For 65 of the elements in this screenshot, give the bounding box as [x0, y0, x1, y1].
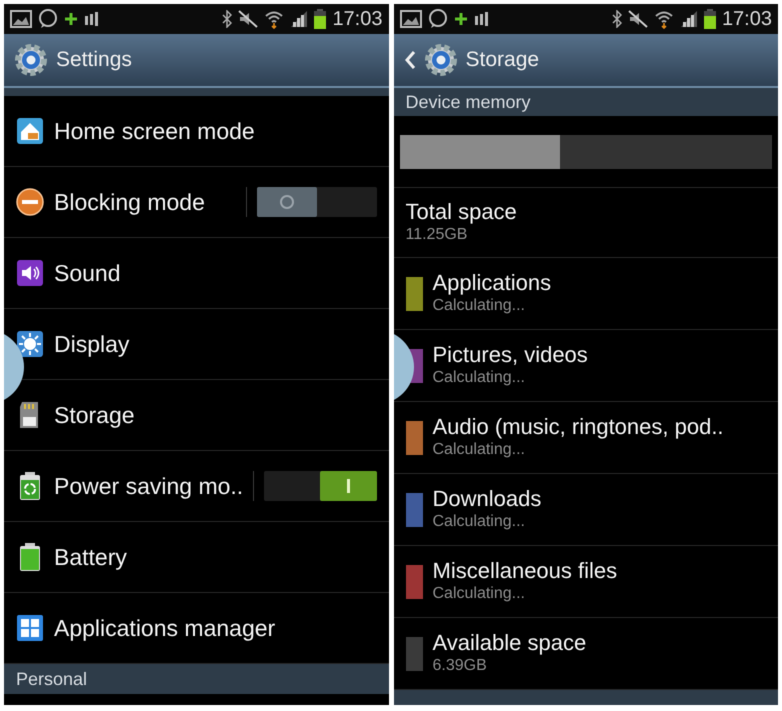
- category-label: Applications: [432, 270, 552, 296]
- status-time: 17:03: [332, 9, 382, 29]
- plus-icon: [454, 12, 468, 26]
- storage-category[interactable]: Applications Calculating...: [394, 258, 778, 330]
- settings-item[interactable]: Power saving mo..: [4, 451, 388, 522]
- item-label: Applications manager: [54, 614, 276, 643]
- category-label: Audio (music, ringtones, pod..: [432, 414, 724, 440]
- back-icon[interactable]: [404, 50, 416, 70]
- plus-icon: [64, 12, 78, 26]
- section-header: Device memory: [394, 88, 778, 116]
- gear-icon: [14, 43, 48, 77]
- category-size: Calculating...: [432, 512, 526, 532]
- total-space-value: 11.25GB: [406, 225, 468, 246]
- category-label: Downloads: [432, 486, 542, 512]
- storage-category[interactable]: Audio (music, ringtones, pod.. Calculating...: [394, 402, 778, 474]
- item-label: Display: [54, 330, 130, 359]
- grid-icon: [16, 614, 44, 642]
- storage-category[interactable]: Downloads Calculating...: [394, 474, 778, 546]
- storage-category[interactable]: Miscellaneous files Calculating...: [394, 546, 778, 618]
- item-label: Blocking mode: [54, 188, 205, 217]
- category-size: Calculating...: [432, 440, 526, 460]
- bluetooth-icon: [222, 10, 232, 28]
- category-label: Pictures, videos: [432, 342, 588, 368]
- settings-item[interactable]: Blocking mode: [4, 167, 388, 238]
- header-title: Settings: [56, 47, 132, 74]
- section-header: Personal: [4, 664, 388, 694]
- house-icon: [16, 117, 44, 145]
- chat-bubble-icon: [428, 9, 448, 29]
- minus-circle-icon: [16, 188, 44, 216]
- gear-icon: [424, 43, 458, 77]
- category-label: Available space: [432, 630, 586, 656]
- mute-icon: [238, 10, 258, 28]
- sun-icon: [16, 330, 44, 358]
- item-label: Storage: [54, 400, 135, 430]
- signal-icon: [290, 10, 308, 28]
- wifi-icon: [264, 9, 284, 29]
- toggle-switch[interactable]: [264, 471, 376, 501]
- item-label: Battery: [54, 542, 127, 572]
- category-size: Calculating...: [432, 584, 526, 604]
- category-size: Calculating...: [432, 368, 526, 388]
- toggle-switch[interactable]: [256, 187, 376, 217]
- battery-icon: [704, 9, 716, 29]
- header-title: Storage: [466, 47, 540, 74]
- item-label: Home screen mode: [54, 116, 255, 146]
- signal-icon: [680, 10, 698, 28]
- item-label: Power saving mo..: [54, 472, 244, 501]
- image-icon: [10, 9, 32, 29]
- chat-bubble-icon: [38, 9, 58, 29]
- bluetooth-icon: [612, 10, 622, 28]
- settings-item[interactable]: Sound: [4, 238, 388, 309]
- mute-icon: [628, 10, 648, 28]
- total-space-label: Total space: [406, 198, 518, 226]
- category-size: 6.39GB: [432, 656, 488, 676]
- bars-icon: [474, 11, 490, 27]
- battery-icon: [314, 9, 326, 29]
- settings-item[interactable]: Home screen mode: [4, 96, 388, 167]
- image-icon: [400, 9, 422, 29]
- speaker-icon: [16, 259, 44, 287]
- status-time: 17:03: [722, 9, 772, 29]
- category-label: Miscellaneous files: [432, 558, 618, 584]
- item-label: Sound: [54, 258, 121, 288]
- bars-icon: [84, 11, 100, 27]
- settings-item[interactable]: Battery: [4, 522, 388, 593]
- wifi-icon: [654, 9, 674, 29]
- category-size: Calculating...: [432, 296, 526, 316]
